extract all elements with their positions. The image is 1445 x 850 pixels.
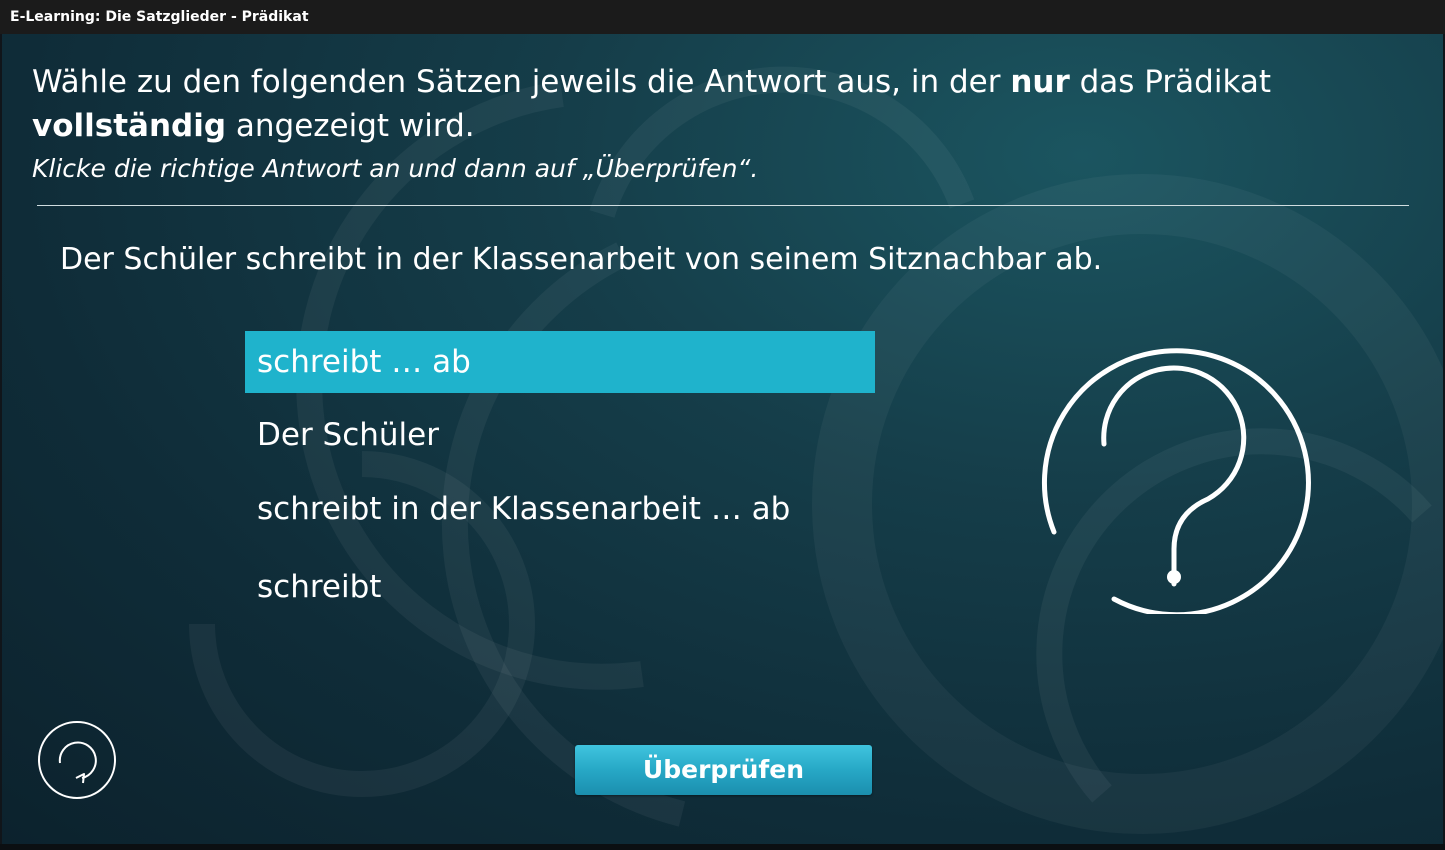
question-sentence: Der Schüler schreibt in der Klassenarbei…	[60, 242, 1103, 277]
reset-icon[interactable]	[36, 719, 118, 801]
instruction-emphasis-vollstaendig: vollständig	[32, 108, 227, 144]
check-button[interactable]: Überprüfen	[575, 745, 872, 795]
answer-option[interactable]: schreibt in der Klassenarbeit … ab	[245, 478, 875, 540]
instruction-heading: Wähle zu den folgenden Sätzen jeweils di…	[32, 60, 1422, 148]
instruction-hint: Klicke die richtige Antwort an und dann …	[32, 154, 759, 183]
instruction-text-3: angezeigt wird.	[226, 108, 475, 144]
answer-option[interactable]: schreibt … ab	[245, 331, 875, 393]
app-window: E-Learning: Die Satzglieder - Prädikat W…	[0, 0, 1445, 850]
answer-option[interactable]: Der Schüler	[245, 404, 875, 466]
window-bottom-edge	[0, 844, 1445, 850]
instruction-text-1: Wähle zu den folgenden Sätzen jeweils di…	[32, 64, 1011, 100]
instruction-emphasis-nur: nur	[1010, 64, 1070, 100]
lesson-stage: Wähle zu den folgenden Sätzen jeweils di…	[2, 34, 1443, 844]
instruction-text-2: das Prädikat	[1069, 64, 1272, 100]
question-mark-icon	[1041, 348, 1311, 614]
divider	[37, 205, 1409, 206]
answer-option[interactable]: schreibt	[245, 556, 875, 618]
window-title: E-Learning: Die Satzglieder - Prädikat	[0, 0, 1445, 34]
